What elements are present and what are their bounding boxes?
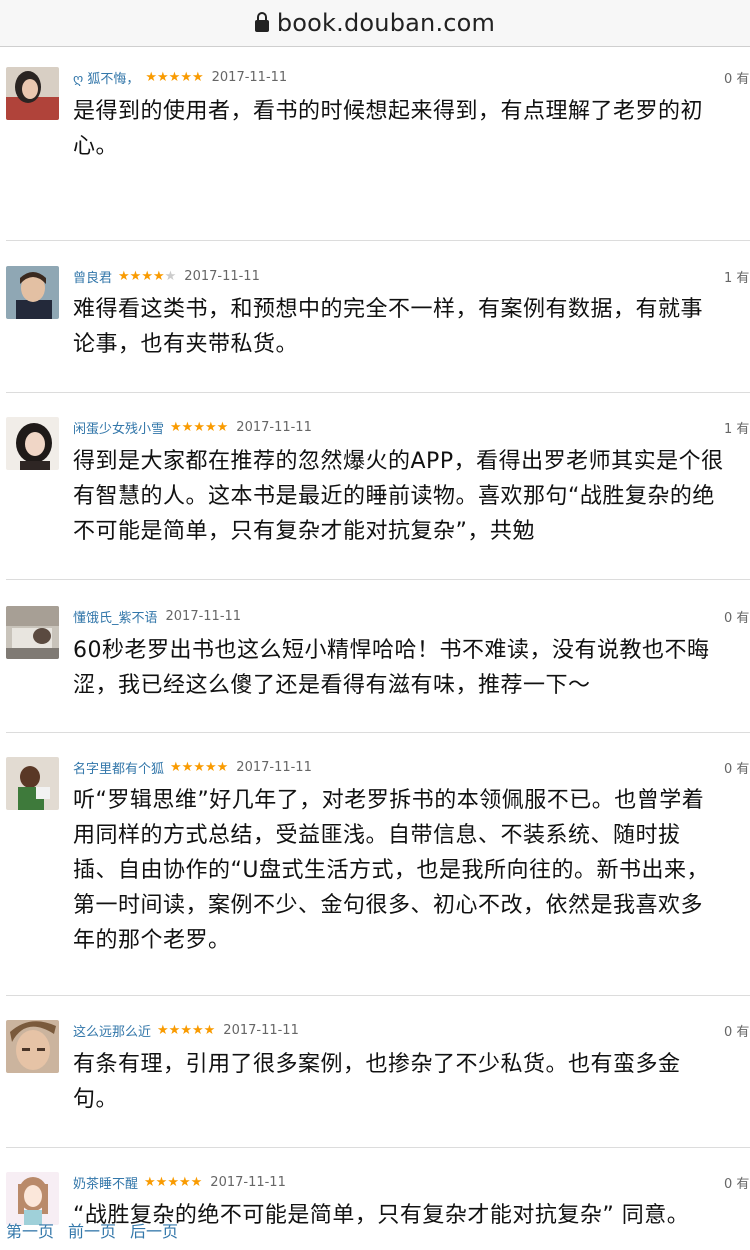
- star-icon: ★: [191, 1022, 204, 1038]
- star-icon: ★: [216, 759, 229, 775]
- review-meta: 闲蛋少女残小雪 ★ ★ ★ ★ ★ 2017-11-11: [73, 417, 312, 437]
- avatar[interactable]: [6, 1020, 59, 1073]
- divider: [6, 995, 750, 996]
- username-link[interactable]: 曾良君: [73, 267, 112, 286]
- username-link[interactable]: 奶茶睡不醒: [73, 1173, 138, 1192]
- review-date: 2017-11-11: [236, 419, 312, 435]
- star-icon: ★: [216, 419, 229, 435]
- rating-stars: ★ ★ ★ ★ ★: [157, 1024, 215, 1037]
- username-link[interactable]: 这么远那么近: [73, 1021, 151, 1040]
- vote-count[interactable]: 0 有: [724, 1021, 750, 1040]
- star-icon: ★: [191, 69, 204, 85]
- review-meta: ღ 狐不悔， ★ ★ ★ ★ ★ 2017-11-11: [73, 67, 287, 87]
- star-icon: ★: [168, 1022, 181, 1038]
- review-date: 2017-11-11: [211, 69, 288, 85]
- star-icon: ★: [164, 268, 177, 284]
- avatar[interactable]: [6, 757, 59, 810]
- next-page-link[interactable]: 后一页: [130, 1218, 178, 1242]
- url-text: book.douban.com: [276, 9, 496, 37]
- divider: [6, 1147, 750, 1148]
- vote-count[interactable]: 1 有: [724, 418, 750, 437]
- review-meta: 这么远那么近 ★ ★ ★ ★ ★ 2017-11-11: [73, 1020, 299, 1040]
- divider: [6, 732, 750, 733]
- rating-stars: ★ ★ ★ ★ ★: [170, 761, 228, 774]
- rating-stars: ★ ★ ★ ★ ★: [118, 270, 176, 283]
- star-icon: ★: [157, 69, 169, 85]
- username-link[interactable]: 名字里都有个狐: [73, 758, 164, 777]
- review-text: 60秒老罗出书也这么短小精悍哈哈！书不难读，没有说教也不晦涩，我已经这么傻了还是…: [73, 638, 710, 698]
- star-icon: ★: [190, 1174, 203, 1190]
- review-text: 听“罗辑思维”好几年了，对老罗拆书的本领佩服不已。也曾学着用同样的方式总结，受益…: [73, 788, 710, 953]
- avatar[interactable]: [6, 606, 59, 659]
- vote-count[interactable]: 0 有: [724, 68, 750, 87]
- vote-count[interactable]: 0 有: [724, 758, 750, 777]
- review-date: 2017-11-11: [223, 1022, 299, 1038]
- review-date: 2017-11-11: [210, 1174, 286, 1190]
- star-icon: ★: [203, 1022, 216, 1038]
- star-icon: ★: [157, 1022, 169, 1038]
- star-icon: ★: [168, 69, 181, 85]
- prev-page-link[interactable]: 前一页: [68, 1218, 116, 1242]
- review-meta: 懂饿氏_紫不语 2017-11-11: [73, 606, 241, 626]
- divider: [6, 392, 750, 393]
- star-icon: ★: [170, 759, 182, 775]
- star-icon: ★: [181, 759, 194, 775]
- star-icon: ★: [141, 268, 153, 284]
- review-text: 得到是大家都在推荐的忽然爆火的APP，看得出罗老师其实是个很有智慧的人。这本书是…: [73, 449, 724, 544]
- divider: [6, 240, 750, 241]
- star-icon: ★: [181, 419, 194, 435]
- username-link[interactable]: 懂饿氏_紫不语: [73, 607, 158, 626]
- star-icon: ★: [178, 1174, 191, 1190]
- rating-stars: ★ ★ ★ ★ ★: [144, 1176, 202, 1189]
- username-link[interactable]: ღ 狐不悔，: [73, 68, 139, 87]
- username-link[interactable]: 闲蛋少女残小雪: [73, 418, 164, 437]
- divider: [6, 579, 750, 580]
- avatar[interactable]: [6, 266, 59, 319]
- rating-stars: ★ ★ ★ ★ ★: [145, 71, 203, 84]
- review-date: 2017-11-11: [184, 268, 260, 284]
- review-date: 2017-11-11: [236, 759, 312, 775]
- vote-count[interactable]: 0 有: [724, 1173, 750, 1192]
- star-icon: ★: [129, 268, 142, 284]
- review-meta: 曾良君 ★ ★ ★ ★ ★ 2017-11-11: [73, 266, 260, 286]
- vote-count[interactable]: 1 有: [724, 267, 750, 286]
- star-icon: ★: [145, 69, 158, 85]
- review-text: 是得到的使用者，看书的时候想起来得到，有点理解了老罗的初心。: [73, 99, 704, 159]
- star-icon: ★: [193, 419, 205, 435]
- star-icon: ★: [180, 69, 192, 85]
- star-icon: ★: [170, 419, 182, 435]
- star-icon: ★: [193, 759, 205, 775]
- star-icon: ★: [118, 268, 130, 284]
- first-page-link[interactable]: 第一页: [6, 1218, 54, 1242]
- lock-icon: [254, 12, 269, 32]
- star-icon: ★: [204, 419, 217, 435]
- vote-count[interactable]: 0 有: [724, 607, 750, 626]
- review-meta: 奶茶睡不醒 ★ ★ ★ ★ ★ 2017-11-11: [73, 1172, 286, 1192]
- review-text: 难得看这类书，和预想中的完全不一样，有案例有数据，有就事论事，也有夹带私货。: [73, 297, 704, 357]
- avatar[interactable]: [6, 67, 59, 120]
- rating-stars: ★ ★ ★ ★ ★: [170, 421, 228, 434]
- star-icon: ★: [167, 1174, 179, 1190]
- star-icon: ★: [180, 1022, 192, 1038]
- avatar[interactable]: [6, 417, 59, 470]
- star-icon: ★: [152, 268, 165, 284]
- star-icon: ★: [204, 759, 217, 775]
- star-icon: ★: [155, 1174, 168, 1190]
- star-icon: ★: [144, 1174, 156, 1190]
- review-date: 2017-11-11: [165, 608, 242, 624]
- review-text: 有条有理，引用了很多案例，也掺杂了不少私货。也有蛮多金句。: [73, 1052, 681, 1112]
- pagination: 第一页 前一页 后一页: [6, 1218, 178, 1242]
- address-bar[interactable]: book.douban.com: [0, 0, 750, 47]
- review-meta: 名字里都有个狐 ★ ★ ★ ★ ★ 2017-11-11: [73, 757, 312, 777]
